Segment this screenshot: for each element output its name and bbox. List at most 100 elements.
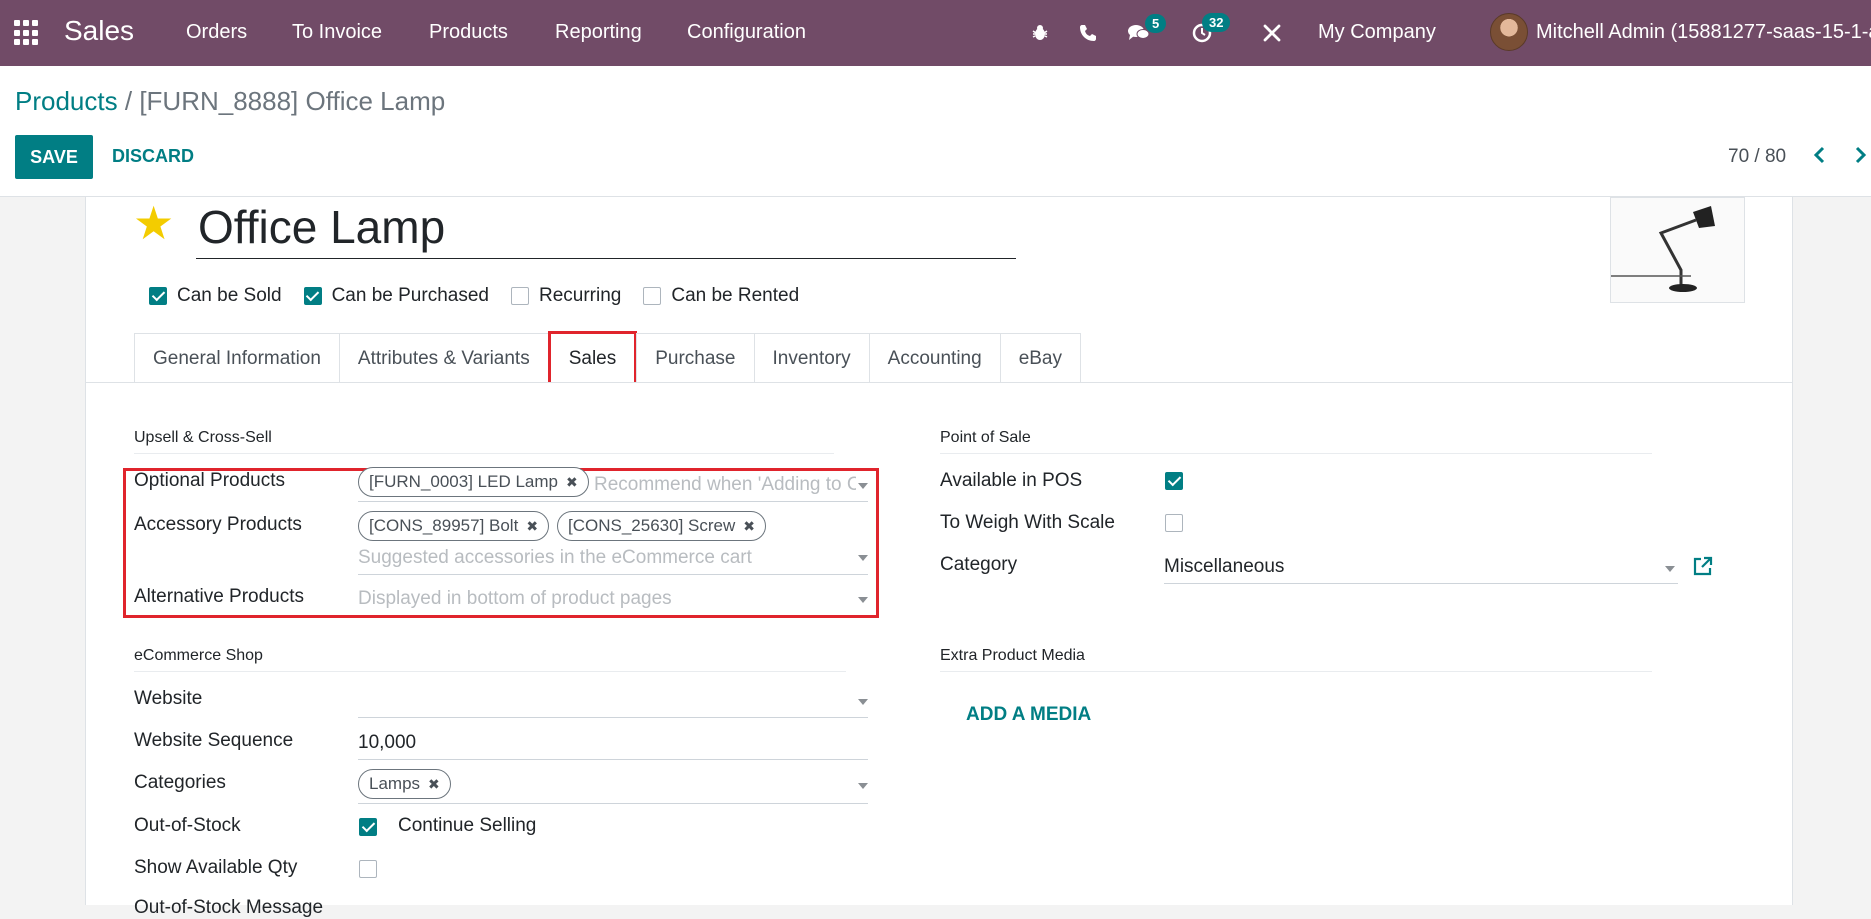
breadcrumb-products-link[interactable]: Products xyxy=(15,86,118,116)
category-tag-lamps-text: Lamps xyxy=(369,774,421,793)
alternative-products-input[interactable]: Displayed in bottom of product pages xyxy=(358,588,838,610)
menu-products[interactable]: Products xyxy=(429,21,508,44)
out-of-stock-label: Out-of-Stock xyxy=(134,815,241,836)
optional-products-label: Optional Products xyxy=(134,470,286,491)
menu-to-invoice[interactable]: To Invoice xyxy=(292,21,382,44)
pos-section-title: Point of Sale xyxy=(940,429,1652,454)
continue-selling-label: Continue Selling xyxy=(398,815,537,836)
to-weigh-with-scale-checkbox[interactable] xyxy=(1165,514,1183,532)
continue-selling-checkbox[interactable] xyxy=(359,818,377,836)
categories-label: Categories xyxy=(134,772,226,793)
breadcrumb-current: [FURN_8888] Office Lamp xyxy=(139,86,446,116)
alternative-products-dropdown-icon[interactable] xyxy=(858,597,868,603)
categories-dropdown-icon[interactable] xyxy=(858,783,868,789)
category-tag-lamps[interactable]: Lamps ✖ xyxy=(358,769,451,799)
add-media-button[interactable]: ADD A MEDIA xyxy=(966,704,1091,726)
website-label: Website xyxy=(134,688,203,709)
menu-configuration[interactable]: Configuration xyxy=(687,21,806,44)
tab-purchase[interactable]: Purchase xyxy=(636,333,755,383)
pos-category-underline xyxy=(1164,583,1678,584)
optional-product-tag[interactable]: [FURN_0003] LED Lamp ✖ xyxy=(358,467,589,497)
accessory-products-input[interactable]: Suggested accessories in the eCommerce c… xyxy=(358,547,838,569)
show-available-qty-label: Show Available Qty xyxy=(134,857,298,878)
alternative-products-label: Alternative Products xyxy=(134,586,305,607)
save-button[interactable]: SAVE xyxy=(15,135,93,179)
to-weigh-with-scale-label: To Weigh With Scale xyxy=(940,512,1115,533)
accessory-product-tag-bolt[interactable]: [CONS_89957] Bolt ✖ xyxy=(358,511,550,541)
product-image[interactable] xyxy=(1610,197,1745,303)
optional-product-tag-text: [FURN_0003] LED Lamp xyxy=(369,472,558,491)
form-tabs: General Information Attributes & Variant… xyxy=(134,331,1081,383)
website-sequence-underline xyxy=(358,759,868,760)
tab-attributes-variants[interactable]: Attributes & Variants xyxy=(338,333,549,383)
product-name-field[interactable]: Office Lamp xyxy=(196,197,1016,259)
optional-products-underline xyxy=(358,501,868,502)
discard-button[interactable]: DISCARD xyxy=(112,146,194,167)
pos-category-dropdown-icon[interactable] xyxy=(1665,566,1675,572)
can-be-rented-label: Can be Rented xyxy=(671,285,800,306)
upsell-section-title: Upsell & Cross-Sell xyxy=(134,429,834,454)
accessory-products-dropdown-icon[interactable] xyxy=(858,555,868,561)
pager-value[interactable]: 70 / 80 xyxy=(1728,146,1786,168)
accessory-product-tag-screw[interactable]: [CONS_25630] Screw ✖ xyxy=(557,511,766,541)
top-navbar: Sales Orders To Invoice Products Reporti… xyxy=(0,0,1871,66)
tab-general-information[interactable]: General Information xyxy=(134,333,340,383)
tab-sales[interactable]: Sales xyxy=(547,331,638,383)
accessory-products-underline xyxy=(358,574,868,575)
pager-next-icon[interactable] xyxy=(1854,145,1868,171)
tab-ebay[interactable]: eBay xyxy=(999,333,1081,383)
product-options-row: Can be Sold Can be Purchased Recurring C… xyxy=(149,285,821,307)
categories-underline xyxy=(358,803,868,804)
pos-category-field[interactable]: Miscellaneous xyxy=(1164,556,1284,578)
activities-badge: 32 xyxy=(1202,13,1231,32)
apps-menu-icon[interactable] xyxy=(14,20,40,46)
accessory-tag-screw-text: [CONS_25630] Screw xyxy=(568,516,736,535)
accessory-tag-bolt-text: [CONS_89957] Bolt xyxy=(369,516,519,535)
tab-accounting[interactable]: Accounting xyxy=(868,333,1001,383)
remove-tag-icon[interactable]: ✖ xyxy=(566,474,578,491)
remove-tag-icon[interactable]: ✖ xyxy=(743,518,755,535)
form-sheet: ★ Office Lamp Can be Sold Can be Purchas… xyxy=(85,197,1793,918)
favorite-star-icon[interactable]: ★ xyxy=(133,200,174,246)
available-in-pos-checkbox[interactable] xyxy=(1165,472,1183,490)
pager-previous-icon[interactable] xyxy=(1812,145,1826,171)
available-in-pos-label: Available in POS xyxy=(940,470,1083,491)
can-be-sold-checkbox[interactable] xyxy=(149,287,167,305)
website-underline xyxy=(358,717,868,718)
phone-icon[interactable] xyxy=(1073,18,1103,48)
website-sequence-label: Website Sequence xyxy=(134,730,294,751)
can-be-purchased-label: Can be Purchased xyxy=(331,285,489,306)
website-dropdown-icon[interactable] xyxy=(858,699,868,705)
out-of-stock-message-label: Out-of-Stock Message xyxy=(134,897,324,918)
tools-icon[interactable] xyxy=(1257,18,1287,48)
app-name[interactable]: Sales xyxy=(64,15,134,47)
tab-inventory[interactable]: Inventory xyxy=(753,333,870,383)
company-switcher[interactable]: My Company xyxy=(1318,21,1436,44)
recurring-checkbox[interactable] xyxy=(510,287,529,305)
external-link-icon[interactable] xyxy=(1692,555,1714,577)
messages-badge: 5 xyxy=(1145,14,1167,33)
user-avatar[interactable] xyxy=(1490,13,1528,51)
can-be-sold-label: Can be Sold xyxy=(177,285,282,306)
website-sequence-field[interactable]: 10,000 xyxy=(358,732,416,754)
control-panel: Products / [FURN_8888] Office Lamp SAVE … xyxy=(0,66,1871,197)
bug-icon[interactable] xyxy=(1025,18,1055,48)
pos-category-label: Category xyxy=(940,554,1018,575)
ecommerce-section-title: eCommerce Shop xyxy=(134,647,846,672)
tabs-divider xyxy=(86,382,1792,383)
show-available-qty-checkbox[interactable] xyxy=(359,860,377,878)
optional-products-dropdown-icon[interactable] xyxy=(858,483,868,489)
menu-reporting[interactable]: Reporting xyxy=(555,21,642,44)
recurring-label: Recurring xyxy=(538,285,622,306)
remove-tag-icon[interactable]: ✖ xyxy=(526,518,538,535)
breadcrumb-separator: / xyxy=(124,86,133,116)
can-be-rented-checkbox[interactable] xyxy=(643,287,662,305)
breadcrumb: Products / [FURN_8888] Office Lamp xyxy=(15,86,445,117)
optional-products-input[interactable]: Recommend when 'Adding to Cart' or quota… xyxy=(594,474,856,496)
menu-orders[interactable]: Orders xyxy=(186,21,247,44)
remove-tag-icon[interactable]: ✖ xyxy=(428,776,440,793)
user-menu[interactable]: Mitchell Admin (15881277-saas-15-1-a xyxy=(1536,21,1871,44)
can-be-purchased-checkbox[interactable] xyxy=(303,287,322,305)
accessory-products-label: Accessory Products xyxy=(134,514,302,535)
media-section-title: Extra Product Media xyxy=(940,647,1652,672)
